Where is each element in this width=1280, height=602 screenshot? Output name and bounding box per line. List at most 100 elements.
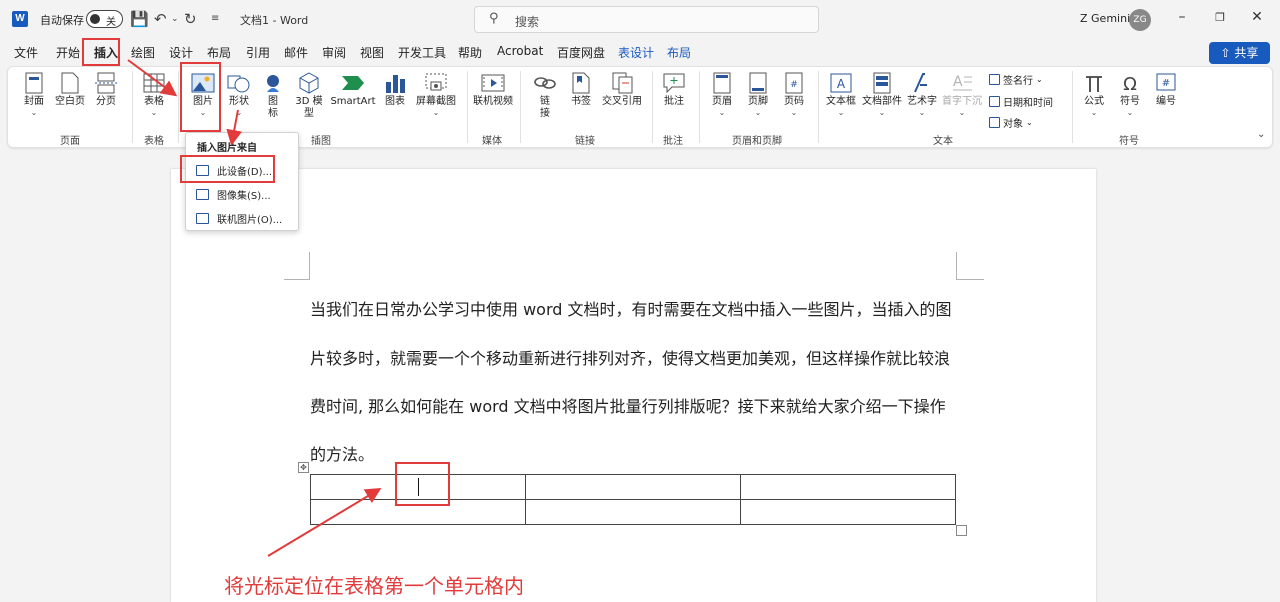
autosave-toggle[interactable]: 关 [86,10,123,28]
save-icon[interactable]: 💾 [130,9,149,29]
screenshot-icon [425,73,447,91]
tab-table-layout[interactable]: 布局 [667,44,691,61]
icons-button[interactable]: 图 标 [261,69,285,120]
link-icon [534,77,556,89]
tab-view[interactable]: 视图 [360,44,384,61]
group-label-comments: 批注 [663,136,683,147]
tab-layout[interactable]: 布局 [207,44,231,61]
word-logo-icon: W [12,11,28,27]
pi-icon [1086,76,1102,92]
share-button[interactable]: ⇧ 共享 [1209,42,1270,64]
chart-button[interactable]: 图表 [382,69,408,108]
redo-icon[interactable]: ↻ [184,9,197,29]
page-number-button[interactable]: # 页码 ⌄ [780,69,808,118]
group-label-header-footer: 页眉和页脚 [732,136,782,147]
table-move-handle[interactable]: ✥ [298,462,309,473]
group-divider [652,71,653,143]
document-page[interactable] [171,169,1096,602]
tab-developer[interactable]: 开发工具 [398,44,446,61]
symbol-button[interactable]: Ω 符号 ⌄ [1116,69,1144,118]
shapes-label: 形状 [229,96,249,107]
svg-text:Ω: Ω [1123,74,1137,94]
close-icon[interactable]: ✕ [1247,9,1267,25]
date-time-button[interactable]: 日期和时间 [989,94,1053,109]
bookmark-button[interactable]: 书签 [566,69,596,108]
table-resize-handle[interactable] [956,525,967,536]
undo-icon[interactable]: ↶ [154,9,167,29]
tab-table-design[interactable]: 表设计 [618,44,654,61]
menu-item-stock-images[interactable]: 图像集(S)... [186,183,298,205]
quick-parts-button[interactable]: 文档部件 ⌄ [861,69,903,118]
number-button[interactable]: # 编号 [1152,69,1180,108]
tab-review[interactable]: 审阅 [322,44,346,61]
collapse-ribbon-icon[interactable]: ⌄ [1257,129,1265,140]
tab-baidu-netdisk[interactable]: 百度网盘 [557,44,605,61]
minimize-icon[interactable]: – [1172,9,1192,25]
header-button[interactable]: 页眉 ⌄ [708,69,736,118]
comment-button[interactable]: 批注 [659,69,689,108]
textbox-button[interactable]: A 文本框 ⌄ [823,69,859,118]
cross-reference-label: 交叉引用 [602,96,642,107]
smartart-icon [342,76,364,90]
3d-models-button[interactable]: 3D 模 型 [293,69,325,120]
online-video-label: 联机视频 [473,96,513,107]
equation-button[interactable]: 公式 ⌄ [1080,69,1108,118]
cross-reference-button[interactable]: 交叉引用 [598,69,646,108]
page-break-button[interactable]: 分页 [92,69,120,108]
chevron-down-icon: ⌄ [1036,75,1043,84]
tab-home[interactable]: 开始 [56,44,80,61]
tab-design[interactable]: 设计 [169,44,193,61]
table-cell[interactable] [525,474,741,500]
drop-cap-button[interactable]: A 首字下沉 ⌄ [941,69,983,118]
blank-page-label: 空白页 [55,96,85,107]
smartart-button[interactable]: SmartArt [330,69,376,108]
footer-button[interactable]: 页脚 ⌄ [744,69,772,118]
online-video-button[interactable]: 联机视频 [471,69,515,108]
tab-file[interactable]: 文件 [14,44,38,61]
svg-text:A: A [953,74,963,90]
tab-references[interactable]: 引用 [246,44,270,61]
textbox-icon: A [830,73,852,93]
customize-toolbar-icon[interactable]: ≡ [211,9,219,29]
blank-page-button[interactable]: 空白页 [53,69,87,108]
shapes-button[interactable]: 形状 ⌄ [225,69,253,118]
autosave-label: 自动保存 [40,14,84,27]
group-label-links: 链接 [575,136,595,147]
3d-models-label-line2: 型 [304,108,314,119]
omega-icon: Ω [1123,74,1137,94]
chevron-down-icon: ⌄ [837,108,845,117]
cover-page-button[interactable]: 封面 ⌄ [20,69,48,118]
wordart-button[interactable]: 艺术字 ⌄ [905,69,939,118]
object-icon [989,117,1000,128]
search-box[interactable]: ⚲ 搜索 [474,6,819,33]
table-cell[interactable] [525,499,741,525]
group-divider [699,71,700,143]
undo-dropdown-icon[interactable]: ⌄ [171,9,179,29]
menu-item-online-pictures[interactable]: 联机图片(O)... [186,207,298,229]
tab-mailings[interactable]: 邮件 [284,44,308,61]
avatar[interactable]: ZG [1129,9,1151,31]
restore-icon[interactable]: ❐ [1210,11,1230,24]
annotation-caption: 将光标定位在表格第一个单元格内 [224,574,524,598]
page-number-label: 页码 [784,96,804,107]
chevron-down-icon: ⌄ [918,108,926,117]
search-placeholder: 搜索 [515,15,540,29]
menu-item-label: 联机图片(O)... [217,214,283,226]
drop-cap-label: 首字下沉 [942,96,982,107]
table-cell[interactable] [740,499,956,525]
tab-acrobat[interactable]: Acrobat [497,44,543,58]
screenshot-button[interactable]: 屏幕截图 ⌄ [413,69,459,118]
tab-help[interactable]: 帮助 [458,44,482,61]
table-button[interactable]: 表格 ⌄ [140,69,168,118]
chevron-down-icon: ⌄ [30,108,38,117]
link-button[interactable]: 链 接 [532,69,558,120]
signature-line-button[interactable]: 签名行 ⌄ [989,72,1043,87]
tab-draw[interactable]: 绘图 [131,44,155,61]
user-name[interactable]: Z Gemini [1080,12,1130,25]
table-cell[interactable] [740,474,956,500]
group-label-symbols: 符号 [1119,136,1139,147]
object-button[interactable]: 对象 ⌄ [989,115,1033,130]
bookmark-label: 书签 [571,96,591,107]
group-divider [818,71,819,143]
chevron-down-icon: ⌄ [1090,108,1098,117]
